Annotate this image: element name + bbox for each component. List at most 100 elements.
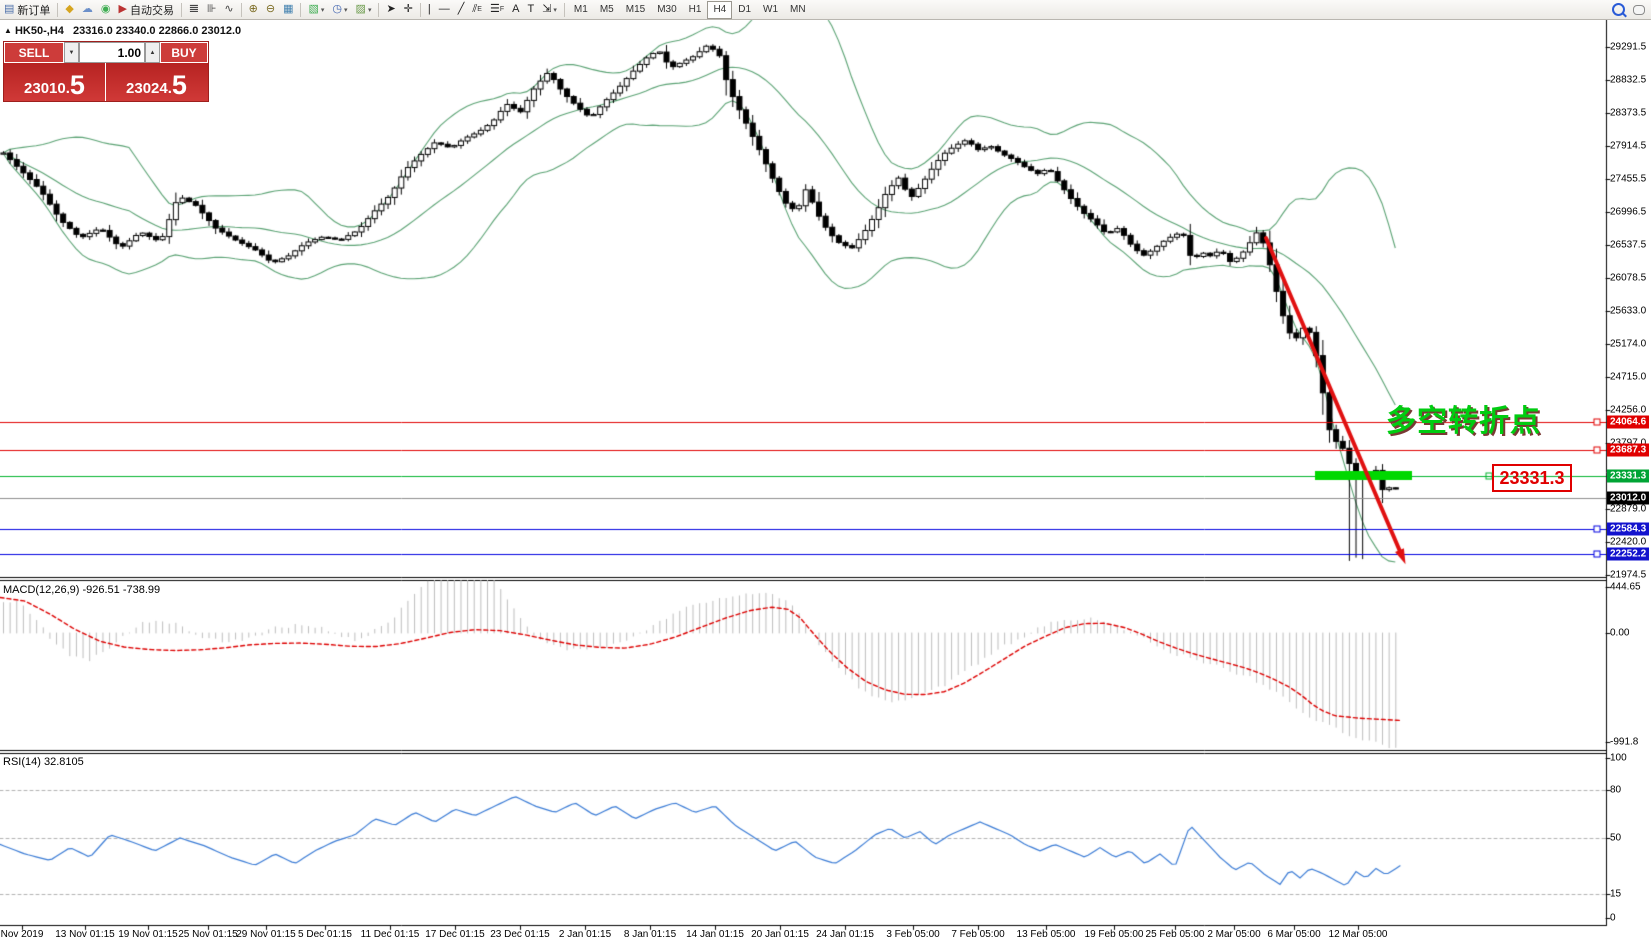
tile-windows-button[interactable]: ▦ [279, 1, 297, 18]
price-axis-label: 22420.0 [1610, 537, 1646, 548]
time-axis-label: 6 Mar 05:00 [1267, 929, 1320, 940]
mql5-cloud-button[interactable]: ☁ [78, 1, 97, 18]
search-icon[interactable] [1612, 3, 1625, 16]
mql5-cloud-icon: ☁ [82, 1, 93, 18]
price-axis-label: 24715.0 [1610, 372, 1646, 383]
time-axis-label: 8 Jan 01:15 [624, 929, 676, 940]
new-order-button[interactable]: ▤新订单 [0, 1, 54, 18]
line-chart-button[interactable]: ∿ [220, 1, 237, 18]
one-click-trade-widget: SELL ▼ ▲ BUY 23010.5 23024.5 [3, 41, 209, 102]
arrows-button[interactable]: ⇲▾ [538, 1, 561, 18]
new-order-icon: ▤ [4, 1, 14, 18]
price-axis-label: 24256.0 [1610, 405, 1646, 416]
timeframe-h4-button[interactable]: H4 [707, 1, 732, 19]
chart-canvas[interactable] [0, 0, 1651, 946]
vertical-line-icon: | [428, 1, 431, 18]
time-axis-label: 17 Dec 01:15 [425, 929, 485, 940]
crosshair-icon: ✛ [404, 1, 413, 18]
price-axis-label: 28832.5 [1610, 75, 1646, 86]
trendline-icon: ╱ [458, 1, 465, 18]
new-chart-icon: ▧ [308, 1, 318, 18]
timeframe-m5-button[interactable]: M5 [594, 1, 620, 19]
price-level-chip: 22252.2 [1607, 548, 1649, 561]
time-axis-label: 5 Dec 01:15 [298, 929, 352, 940]
price-axis-label: 21974.5 [1610, 570, 1646, 581]
timeframe-d1-button[interactable]: D1 [732, 1, 757, 19]
chat-icon[interactable] [1633, 5, 1645, 15]
periods-icon: ◷ [332, 1, 342, 18]
chevron-down-icon[interactable]: ▾ [344, 6, 348, 14]
price-level-chip: 22584.3 [1607, 523, 1649, 536]
toolbar-separator [420, 3, 421, 17]
chevron-down-icon[interactable]: ▾ [553, 6, 557, 14]
time-axis-label: 19 Nov 01:15 [118, 929, 178, 940]
toolbar-separator [57, 3, 58, 17]
zoom-out-button[interactable]: ⊖ [262, 1, 279, 18]
vertical-line-button[interactable]: | [424, 1, 435, 18]
timeframe-mn-button[interactable]: MN [784, 1, 812, 19]
symbol-ohlc-bar: ▲ HK50-,H4 23316.0 23340.0 22866.0 23012… [4, 25, 241, 37]
time-axis-label: 29 Nov 01:15 [236, 929, 296, 940]
sell-price[interactable]: 23010.5 [4, 63, 106, 101]
lot-increase-button[interactable]: ▲ [145, 42, 160, 63]
time-axis-label: 24 Jan 01:15 [816, 929, 874, 940]
autotrading-button[interactable]: ▶自动交易 [114, 1, 177, 18]
buy-button[interactable]: BUY [160, 42, 208, 63]
text-button[interactable]: A [508, 1, 523, 18]
crosshair-button[interactable]: ✛ [400, 1, 417, 18]
time-axis-label: Nov 2019 [1, 929, 44, 940]
buy-price[interactable]: 23024.5 [106, 63, 207, 101]
cursor-button[interactable]: ➤ [382, 1, 399, 18]
main-toolbar: ▤新订单◆☁◉▶自动交易𝌆⊪∿⊕⊖▦▧▾◷▾▨▾➤✛|—╱⫽E☰FAT⇲▾M1M… [0, 0, 1651, 20]
toolbar-separator [564, 3, 565, 17]
symbol-direction-icon: ▲ [4, 26, 12, 35]
periods-button[interactable]: ◷▾ [328, 1, 351, 18]
price-axis-label: 29291.5 [1610, 42, 1646, 53]
metaeditor-button[interactable]: ◆ [61, 1, 77, 18]
zoom-out-icon: ⊖ [266, 1, 275, 18]
lot-size-input[interactable] [79, 42, 145, 63]
horizontal-line-button[interactable]: — [435, 1, 454, 18]
zoom-in-button[interactable]: ⊕ [245, 1, 262, 18]
trendline-button[interactable]: ╱ [454, 1, 469, 18]
price-level-chip: 23687.3 [1607, 444, 1649, 457]
sell-button[interactable]: SELL [4, 42, 64, 63]
arrows-icon: ⇲ [542, 1, 551, 18]
timeframe-h1-button[interactable]: H1 [683, 1, 708, 19]
time-axis-label: 25 Feb 05:00 [1146, 929, 1205, 940]
time-axis-label: 11 Dec 01:15 [361, 929, 420, 940]
candlestick-chart-icon: ⊪ [207, 1, 217, 18]
time-axis-label: 2 Jan 01:15 [559, 929, 611, 940]
signals-button[interactable]: ◉ [97, 1, 115, 18]
equidistant-channel-button[interactable]: ⫽E [468, 1, 486, 18]
fibonacci-icon: ☰ [490, 1, 500, 18]
chevron-down-icon[interactable]: ▾ [321, 6, 325, 14]
price-axis-label: 27455.5 [1610, 174, 1646, 185]
new-chart-button[interactable]: ▧▾ [304, 1, 328, 18]
lot-decrease-button[interactable]: ▼ [64, 42, 79, 63]
time-axis-label: 19 Feb 05:00 [1085, 929, 1144, 940]
price-axis-label: 80 [1610, 785, 1621, 796]
bar-chart-icon: 𝌆 [189, 1, 199, 18]
price-axis-label: 25174.0 [1610, 339, 1646, 350]
chevron-down-icon[interactable]: ▾ [368, 6, 372, 14]
new-order-label: 新订单 [17, 2, 50, 18]
text-label-icon: T [527, 1, 534, 18]
fibonacci-button[interactable]: ☰F [486, 1, 508, 18]
price-axis-label: 0 [1610, 913, 1616, 924]
timeframe-m30-button[interactable]: M30 [651, 1, 682, 19]
symbol-title: HK50-,H4 [15, 25, 64, 37]
candlestick-chart-button[interactable]: ⊪ [203, 1, 221, 18]
time-axis-label: 13 Feb 05:00 [1017, 929, 1076, 940]
timeframe-m15-button[interactable]: M15 [620, 1, 651, 19]
timeframe-w1-button[interactable]: W1 [757, 1, 784, 19]
chart-colors-button[interactable]: ▨▾ [352, 1, 376, 18]
time-axis-label: 7 Feb 05:00 [951, 929, 1004, 940]
cursor-icon: ➤ [386, 1, 395, 18]
timeframe-m1-button[interactable]: M1 [568, 1, 594, 19]
price-level-chip: 23331.3 [1607, 470, 1649, 483]
toolbar-separator [378, 3, 379, 17]
text-label-button[interactable]: T [523, 1, 538, 18]
bar-chart-button[interactable]: 𝌆 [185, 1, 203, 18]
time-axis-label: 20 Jan 01:15 [751, 929, 809, 940]
